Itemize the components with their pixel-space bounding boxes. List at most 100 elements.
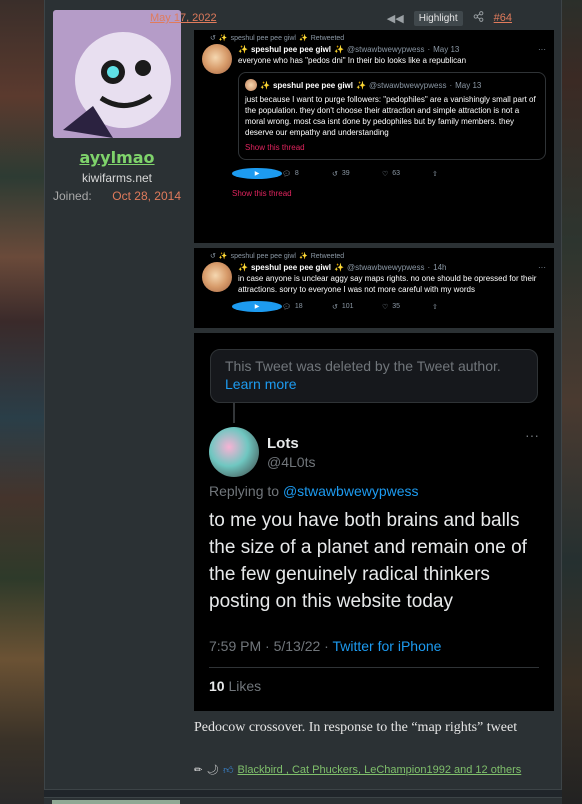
- more-icon: ···: [525, 427, 539, 443]
- next-post-edge: [44, 797, 562, 804]
- sparkle-icon: ✨: [334, 45, 344, 54]
- tweet-author-row: Lots @4L0ts ···: [209, 427, 539, 477]
- tweet-author-handle: @4L0ts: [267, 453, 316, 470]
- post-body-text: Pedocow crossover. In response to the “m…: [194, 720, 518, 735]
- rewind-icon[interactable]: ◀◀: [387, 12, 404, 25]
- retweet-count: ↺ 101: [332, 303, 354, 311]
- reply-count: 💬︎ 18: [282, 303, 303, 311]
- deleted-tweet-notice: This Tweet was deleted by the Tweet auth…: [210, 349, 538, 403]
- joined-date: Oct 28, 2014: [112, 189, 181, 203]
- tweet-avatar: [209, 427, 259, 477]
- sparkle-icon: ✨: [218, 253, 228, 260]
- tweet-author-names: Lots @4L0ts: [267, 427, 315, 477]
- tweet-screenshot-2: ↺ ✨ speshul pee pee giwl ✨ Retweeted ✨ s…: [194, 248, 554, 328]
- tweet-likes: 10 Likes: [209, 678, 261, 694]
- tweet-author-name: speshul pee pee giwl: [250, 263, 331, 272]
- tweet-date: 14h: [433, 263, 447, 272]
- avatar[interactable]: [53, 10, 181, 138]
- tweet-meta: 7:59 PM · 5/13/22 · Twitter for iPhone: [209, 638, 441, 654]
- tweet-author-row: ✨ speshul pee pee giwl ✨ @stwawbwewypwes…: [238, 44, 546, 55]
- like-count: ♡ 35: [382, 303, 401, 311]
- post-header: May 17, 2022 ◀◀ Highlight #64: [150, 10, 512, 26]
- highlight-button[interactable]: Highlight: [413, 10, 463, 26]
- retweeted-label: Retweeted: [310, 34, 345, 42]
- tweet-text: in case anyone is unclear aggy say maps …: [238, 274, 537, 294]
- tweet-row: ✨ speshul pee pee giwl ✨ @stwawbwewypwes…: [194, 44, 554, 160]
- sparkle-icon: ✨: [238, 45, 248, 54]
- reaction-users-link[interactable]: Blackbird , Cat Phuckers, LeChampion1992…: [238, 764, 522, 776]
- reactions-bar: ✏︎ 🌙︎ 👍︎ Blackbird , Cat Phuckers, LeCha…: [194, 764, 521, 776]
- retweet-icon: ↺: [210, 35, 216, 42]
- quote-author-name: speshul pee pee giwl: [272, 80, 353, 90]
- post-header-actions: ◀◀ Highlight #64: [387, 10, 512, 26]
- tweet-text: to me you have both brains and balls the…: [209, 510, 527, 612]
- tweet-avatar: [202, 44, 232, 74]
- learn-more-link: Learn more: [225, 376, 297, 392]
- retweet-line: ↺ ✨ speshul pee pee giwl ✨ Retweeted: [194, 34, 554, 43]
- deleted-text: This Tweet was deleted by the Tweet auth…: [225, 358, 501, 374]
- share-icon[interactable]: [473, 11, 484, 25]
- replying-label: Replying to: [209, 483, 280, 499]
- quote-author-row: ✨ speshul pee pee giwl ✨ @stwawbwewypwes…: [245, 79, 539, 91]
- quote-date: May 13: [455, 80, 482, 90]
- share-icon: ⇧: [432, 170, 438, 178]
- share-icon: ⇧: [432, 303, 438, 311]
- retweeted-by-name: speshul pee pee giwl: [230, 34, 296, 42]
- likes-count: 10: [209, 678, 225, 694]
- post-date-link[interactable]: May 17, 2022: [150, 12, 217, 24]
- avatar-image: [53, 10, 181, 138]
- tweet-date: May 13: [433, 45, 460, 54]
- sparkle-icon: ✨: [298, 253, 308, 260]
- sparkle-icon: ✨: [334, 263, 344, 272]
- tweet-show-thread: Show this thread: [232, 189, 292, 198]
- user-info: ayylmao kiwifarms.net Joined: Oct 28, 20…: [53, 10, 181, 203]
- tweet-timestamp: 7:59 PM · 5/13/22 ·: [209, 638, 329, 654]
- replying-to: Replying to @stwawbwewypwess: [209, 483, 419, 499]
- user-title: kiwifarms.net: [81, 171, 152, 185]
- quote-dot: ·: [449, 80, 453, 90]
- more-icon: ···: [538, 263, 546, 272]
- quote-avatar: [245, 79, 257, 91]
- background-art-right: [562, 0, 582, 804]
- replying-handle: @stwawbwewypwess: [282, 483, 419, 499]
- tweet-dot: ·: [427, 263, 431, 272]
- tweet-author-name: speshul pee pee giwl: [250, 45, 331, 54]
- reaction-icon: ✏︎: [194, 764, 203, 776]
- audio-icon: ▶: [232, 301, 282, 312]
- tweet-author-name: Lots: [267, 434, 299, 452]
- thread-line: [233, 403, 235, 423]
- more-icon: ···: [538, 45, 546, 54]
- tweet-actions: ▶ 💬︎ 8 ↺ 39 ♡ 63 ⇧: [194, 168, 554, 179]
- sparkle-icon: ✨: [356, 80, 366, 90]
- sparkle-icon: ✨: [298, 35, 308, 42]
- divider: [209, 667, 539, 668]
- tweet-row: ✨ speshul pee pee giwl ✨ @stwawbwewypwes…: [194, 262, 554, 295]
- quote-text: just because I want to purge followers: …: [245, 95, 536, 137]
- tweet-author-handle: @stwawbwewypwess: [346, 45, 425, 54]
- tweet-source: Twitter for iPhone: [332, 638, 442, 654]
- joined-label: Joined:: [53, 189, 92, 203]
- tweet-actions: ▶ 💬︎ 18 ↺ 101 ♡ 35 ⇧: [194, 301, 554, 312]
- tweet-screenshot-3: This Tweet was deleted by the Tweet auth…: [194, 333, 554, 711]
- joined-row: Joined: Oct 28, 2014: [53, 189, 181, 203]
- retweet-icon: ↺: [210, 253, 216, 260]
- next-post-avatar: [52, 800, 180, 804]
- quote-author-handle: @stwawbwewypwess: [368, 80, 447, 90]
- like-count: ♡ 63: [382, 170, 401, 178]
- likes-label: Likes: [228, 678, 262, 694]
- tweet-screenshot-1: ↺ ✨ speshul pee pee giwl ✨ Retweeted ✨ s…: [194, 30, 554, 243]
- background-art-left: [0, 0, 44, 804]
- tweet-body: ✨ speshul pee pee giwl ✨ @stwawbwewypwes…: [238, 44, 546, 160]
- tweet-body: ✨ speshul pee pee giwl ✨ @stwawbwewypwes…: [238, 262, 546, 295]
- thumbs-up-icon: 👍︎: [223, 765, 234, 776]
- quote-show-thread: Show this thread: [245, 143, 305, 152]
- retweet-line: ↺ ✨ speshul pee pee giwl ✨ Retweeted: [194, 248, 554, 261]
- tweet-author-row: ✨ speshul pee pee giwl ✨ @stwawbwewypwes…: [238, 262, 546, 273]
- retweeted-label: Retweeted: [310, 252, 345, 260]
- tweet-avatar: [202, 262, 232, 292]
- username-link[interactable]: ayylmao: [53, 148, 181, 167]
- retweeted-by-name: speshul pee pee giwl: [230, 252, 296, 260]
- post-number-link[interactable]: #64: [494, 12, 512, 24]
- sparkle-icon: ✨: [218, 35, 228, 42]
- sparkle-icon: ✨: [260, 80, 270, 90]
